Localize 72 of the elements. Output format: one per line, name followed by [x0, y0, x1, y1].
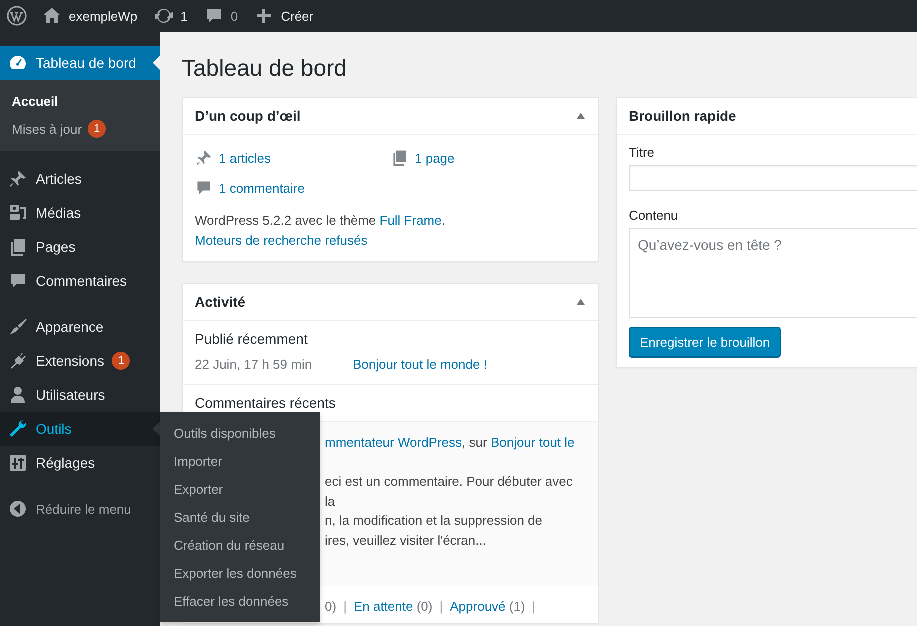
pin-icon	[8, 169, 28, 189]
sliders-icon	[8, 453, 28, 473]
page-title: Tableau de bord	[182, 54, 348, 83]
collapse-toggle[interactable]	[576, 298, 586, 306]
panel-title: Brouillon rapide	[629, 108, 736, 124]
separator-text: |	[342, 599, 348, 616]
submenu-item[interactable]: Accueil	[0, 87, 160, 115]
save-draft-button[interactable]: Enregistrer le brouillon	[629, 327, 782, 357]
user-icon	[8, 385, 28, 405]
updates-count[interactable]: 1	[180, 8, 188, 24]
comment-icon	[195, 179, 213, 197]
wordpress-logo-icon	[7, 6, 27, 26]
pin-icon	[195, 149, 213, 167]
collapse-menu-button[interactable]: Réduire le menu	[0, 492, 160, 526]
count-badge: 1	[88, 120, 106, 138]
pages-icon	[8, 237, 28, 257]
count-link[interactable]: 1 articles	[219, 150, 272, 166]
brush-icon	[8, 317, 28, 337]
field-label: Titre	[629, 145, 656, 160]
panel-title: Activité	[195, 294, 246, 310]
new-content-link[interactable]: Créer	[281, 8, 314, 24]
count-badge: 1	[112, 352, 130, 370]
site-name-link[interactable]: exempleWp	[69, 8, 138, 24]
flyout-menu-item[interactable]: Importer	[160, 447, 320, 475]
theme-link[interactable]: Full Frame	[380, 213, 442, 228]
version-text: WordPress 5.2.2 avec le thème Full Frame.	[195, 212, 446, 230]
refresh-icon	[154, 6, 174, 26]
flyout-menu-item[interactable]: Exporter	[160, 475, 320, 503]
panel-title: D’un coup d’œil	[195, 108, 301, 124]
filter-link[interactable]: En attente (0)	[354, 599, 433, 623]
sidebar-menu-item[interactable]: Utilisateurs	[0, 378, 160, 412]
sidebar-menu-item[interactable]: Extensions 1	[0, 344, 160, 378]
home-icon	[42, 6, 62, 26]
title-input[interactable]	[629, 165, 917, 191]
section-heading: Publié récemment	[194, 330, 309, 349]
sidebar-menu-item[interactable]: Pages	[0, 230, 160, 264]
section-heading: Commentaires récents	[194, 394, 337, 413]
flyout-menu-item[interactable]: Effacer les données	[160, 587, 320, 615]
collapse-toggle[interactable]	[576, 112, 586, 120]
flyout-menu-item[interactable]: Exporter les données	[160, 559, 320, 587]
comment-excerpt: eci est un commentaire. Pour débuter avec la n, la modification et la suppression de ires, veuillez visiter l'écran...	[325, 473, 574, 550]
post-date: 22 Juin, 17 h 59 min	[195, 357, 314, 372]
comment-meta: mmentateur WordPress, sur Bonjour tout le	[325, 434, 576, 452]
count-link[interactable]: 1 page	[415, 150, 455, 166]
separator-text: |	[531, 599, 537, 616]
comments-count[interactable]: 0	[230, 8, 238, 24]
post-link[interactable]: Bonjour tout le monde !	[353, 357, 488, 372]
flyout-menu-item[interactable]: Création du réseau	[160, 531, 320, 559]
submenu-item[interactable]: Mises à jour 1	[0, 115, 160, 143]
sidebar-menu-item[interactable]: Médias	[0, 196, 160, 230]
count-link[interactable]: 1 commentaire	[219, 180, 305, 196]
sidebar-menu-item[interactable]: Tableau de bord	[0, 46, 160, 80]
author-link[interactable]: mmentateur WordPress	[325, 435, 462, 450]
pages-icon	[391, 149, 409, 167]
flyout-menu-item[interactable]: Santé du site	[160, 503, 320, 531]
filter-link[interactable]: Approuvé (1)	[450, 599, 526, 623]
sidebar-menu-item[interactable]: Apparence	[0, 310, 160, 344]
comment-icon	[8, 271, 28, 291]
content-textarea[interactable]: Qu’avez-vous en tête ?	[629, 228, 917, 318]
sidebar-menu-item[interactable]: Outils	[0, 412, 160, 446]
post-link[interactable]: Bonjour tout le	[490, 435, 575, 450]
search-engines-link[interactable]: Moteurs de recherche refusés	[195, 233, 368, 248]
sidebar-menu-item[interactable]: Réglages	[0, 446, 160, 480]
filter-link[interactable]: 0)	[325, 599, 337, 623]
wrench-icon	[8, 419, 28, 439]
sidebar-menu-item[interactable]: Commentaires	[0, 264, 160, 298]
sidebar-menu-item[interactable]: Articles	[0, 162, 160, 196]
field-label: Contenu	[629, 208, 680, 223]
separator-text: |	[438, 599, 444, 616]
media-icon	[8, 203, 28, 223]
collapse-icon	[8, 499, 28, 519]
flyout-menu-item[interactable]: Outils disponibles	[160, 419, 320, 447]
